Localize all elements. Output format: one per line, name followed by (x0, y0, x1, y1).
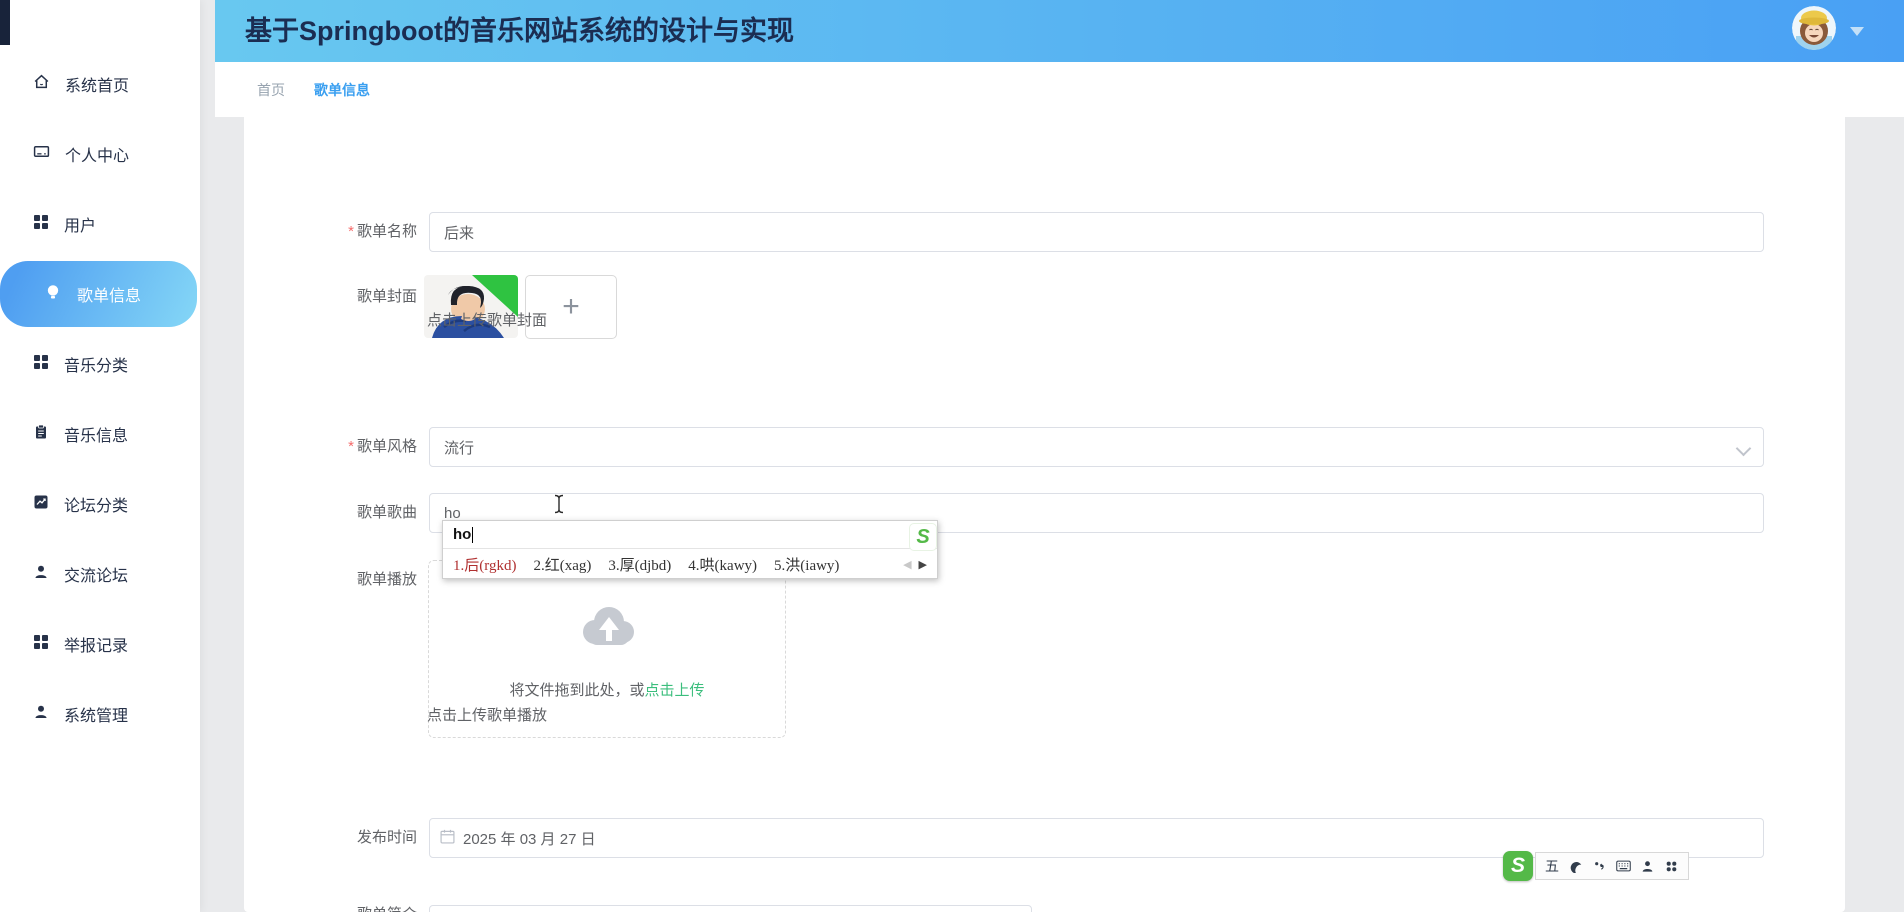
required-asterisk: * (348, 438, 354, 455)
user-icon (33, 564, 49, 585)
breadcrumb-current[interactable]: 歌单信息 (314, 80, 370, 100)
main-area: 基于Springboot的音乐网站系统的设计与实现 首页 歌单信息 * 歌单名称… (215, 0, 1904, 912)
sidebar-item-report-records[interactable]: 举报记录 (0, 609, 200, 679)
sidebar-item-label: 论坛分类 (64, 498, 129, 515)
user-icon (33, 704, 49, 725)
sidebar-item-label: 举报记录 (64, 638, 129, 655)
id-card-icon (33, 143, 50, 165)
sidebar-item-music-info[interactable]: 音乐信息 (0, 399, 200, 469)
chevron-down-icon (1735, 440, 1752, 457)
playlist-name-label: * 歌单名称 (348, 223, 417, 240)
ime-candidate[interactable]: 4.哄(kawy) (688, 554, 757, 575)
sidebar-item-label: 系统管理 (64, 708, 129, 725)
sogou-logo-icon: S (909, 523, 937, 551)
punctuation-mode-icon[interactable] (1592, 859, 1607, 874)
sidebar-item-label: 个人中心 (65, 148, 130, 165)
required-asterisk: * (348, 223, 354, 240)
publish-time-label: 发布时间 (356, 829, 417, 846)
avatar-dropdown-caret-icon[interactable] (1850, 27, 1864, 36)
music-admin-page: 系统首页 个人中心 用户 歌单信息 音乐分类 音乐信息 论坛分类 交流论坛 举报… (0, 0, 1904, 912)
dropzone-text: 将文件拖到此处，或点击上传 (509, 682, 705, 699)
playlist-play-label: 歌单播放 (356, 571, 417, 588)
sidebar-item-system-home[interactable]: 系统首页 (0, 49, 200, 119)
ime-candidate[interactable]: 2.红(xag) (533, 554, 591, 575)
sidebar-item-label: 用户 (64, 218, 97, 235)
select-value: 流行 (444, 439, 475, 457)
grid-icon (33, 354, 49, 375)
person-icon[interactable] (1640, 859, 1655, 874)
ime-prev-page-icon[interactable]: ◀ (903, 558, 911, 571)
ime-candidate[interactable]: 1.后(rgkd) (453, 554, 516, 575)
chart-icon (33, 494, 49, 515)
playlist-form-card: *歌单名称 歌单封面 + 点击上传歌单封面 *歌单风格 (244, 110, 1845, 912)
playlist-style-label: * 歌单风格 (348, 438, 417, 455)
grid-icon (33, 634, 49, 655)
cover-upload-hint: 点击上传歌单封面 (427, 312, 548, 329)
ime-composition: ho (453, 526, 472, 543)
sidebar-item-music-category[interactable]: 音乐分类 (0, 329, 200, 399)
page-title: 基于Springboot的音乐网站系统的设计与实现 (245, 16, 794, 46)
ime-next-page-icon[interactable]: ▶ (919, 558, 927, 571)
bulb-icon (44, 283, 62, 306)
sidebar-item-label: 交流论坛 (64, 568, 129, 585)
text-cursor-pointer (553, 494, 565, 519)
play-upload-hint: 点击上传歌单播放 (427, 707, 548, 724)
sidebar-item-forum-category[interactable]: 论坛分类 (0, 469, 200, 539)
sogou-ime-toolbar: S 五 (1503, 851, 1689, 881)
screen-corner-artifact (0, 0, 10, 45)
grid-icon (33, 214, 49, 235)
playlist-name-input[interactable] (429, 212, 1764, 252)
sidebar-item-system-manage[interactable]: 系统管理 (0, 679, 200, 749)
upload-cloud-icon (575, 603, 641, 654)
sidebar-item-forum[interactable]: 交流论坛 (0, 539, 200, 609)
sidebar-item-label: 音乐信息 (64, 428, 129, 445)
playlist-song-label: 歌单歌曲 (356, 504, 417, 521)
publish-date-value: 2025 年 03 月 27 日 (463, 830, 596, 848)
ime-candidate[interactable]: 3.厚(djbd) (608, 554, 671, 575)
plus-icon: + (562, 290, 580, 323)
sidebar-item-playlist-info[interactable]: 歌单信息 (0, 261, 197, 327)
ime-composition-row: ho (443, 521, 937, 549)
click-upload-link[interactable]: 点击上传 (645, 682, 705, 699)
ime-pagination: ◀ ▶ (903, 558, 927, 571)
ime-candidate[interactable]: 5.洪(iawy) (774, 554, 839, 575)
keyboard-icon[interactable] (1616, 859, 1631, 874)
calendar-icon (440, 829, 455, 848)
sidebar-item-label: 系统首页 (65, 78, 130, 95)
sidebar: 系统首页 个人中心 用户 歌单信息 音乐分类 音乐信息 论坛分类 交流论坛 举报… (0, 0, 200, 912)
playlist-intro-label: 歌单简介 (244, 905, 417, 912)
ime-caret (472, 526, 474, 543)
user-avatar[interactable] (1792, 6, 1836, 50)
breadcrumb-home[interactable]: 首页 (257, 80, 285, 100)
clipboard-icon (33, 424, 49, 445)
ime-mode-indicator[interactable]: 五 (1545, 856, 1559, 876)
ime-candidates-row: 1.后(rgkd) 2.红(xag) 3.厚(djbd) 4.哄(kawy) 5… (443, 549, 937, 579)
sidebar-item-profile[interactable]: 个人中心 (0, 119, 200, 189)
playlist-style-select[interactable]: 流行 (429, 427, 1764, 467)
toolbox-grid-icon[interactable] (1664, 859, 1679, 874)
app-header: 基于Springboot的音乐网站系统的设计与实现 (215, 0, 1904, 62)
sidebar-item-label: 歌单信息 (77, 288, 142, 305)
sidebar-item-users[interactable]: 用户 (0, 189, 200, 259)
ime-popup: ho 1.后(rgkd) 2.红(xag) 3.厚(djbd) 4.哄(kawy… (442, 520, 938, 579)
sidebar-item-label: 音乐分类 (64, 358, 129, 375)
sogou-logo-icon[interactable]: S (1503, 851, 1533, 881)
sogou-toolbar-pill: 五 (1535, 852, 1689, 880)
playlist-intro-textarea[interactable] (429, 905, 1032, 912)
playlist-cover-label: 歌单封面 (356, 288, 417, 305)
moon-halfwidth-icon[interactable] (1568, 859, 1583, 874)
home-icon (33, 73, 50, 95)
breadcrumb: 首页 歌单信息 (215, 62, 1904, 117)
